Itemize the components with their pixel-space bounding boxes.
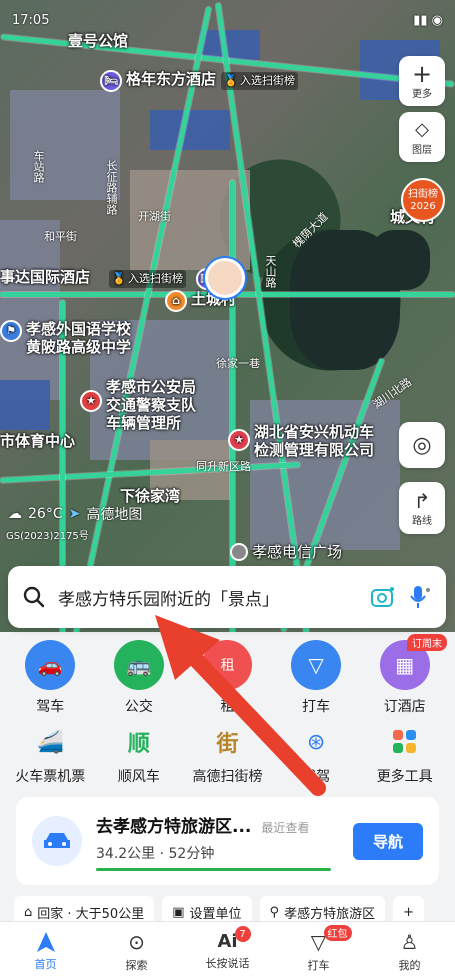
user-icon: ♙ xyxy=(400,929,419,954)
car-icon: 🚗 xyxy=(25,640,76,690)
map-building xyxy=(0,220,60,400)
tab-home[interactable]: 首页 xyxy=(11,931,81,972)
service-rent[interactable]: 租 租 xyxy=(183,640,272,716)
poi-school[interactable]: ⚑ 孝感外国语学校 黄陂路高级中学 xyxy=(0,320,131,356)
poi-police[interactable]: ★ 孝感市公安局 交通警察支队 车辆管理所 xyxy=(80,378,196,432)
status-icons: ▮▮ ◉ xyxy=(413,12,443,28)
navigate-button[interactable]: 导航 xyxy=(352,822,423,860)
road-label: 同升新区路 xyxy=(196,460,251,473)
poi-label[interactable]: 下徐家湾 xyxy=(120,487,180,505)
grid-apps-icon xyxy=(387,724,423,760)
route-icon: ↱ xyxy=(413,488,431,513)
destination-title: 去孝感方特旅游区... xyxy=(96,816,252,837)
red-packet-badge: 红包 xyxy=(323,924,352,941)
bottom-tab-bar: 首页 ⊙ 探索 7 Ai 长按说话 红包 ▽ 打车 ♙ 我的 xyxy=(0,921,455,980)
tab-mine[interactable]: ♙ 我的 xyxy=(375,930,445,973)
car-icon xyxy=(32,816,82,866)
navigation-arrow-icon: ➤ xyxy=(68,506,81,522)
poi-hotel[interactable]: 🛏 格年东方酒店 🏅 入选扫街榜 xyxy=(100,70,298,92)
service-bus[interactable]: 🚌 公交 xyxy=(95,640,184,716)
map-building xyxy=(0,380,50,430)
layers-icon: ◇ xyxy=(415,118,429,140)
school-icon: ⚑ xyxy=(0,320,22,342)
map-building xyxy=(150,110,230,150)
bus-icon: 🚌 xyxy=(113,640,164,690)
map-view[interactable]: 天山路 同升新区路 徐家一巷 长征路辅路 槐荫大道 湖川北路 车站路 和平街 开… xyxy=(0,0,455,640)
traffic-bar xyxy=(96,867,331,871)
weekend-tag: 订周末 xyxy=(406,634,447,651)
services-grid: 🚗 驾车 🚌 公交 租 租 ▽ 打车 订周末 ▦ 订酒店 🚄 火车票机票 顺 顺… xyxy=(0,632,455,786)
road-label: 长征路辅路 xyxy=(105,160,118,215)
village-icon: ⌂ xyxy=(165,290,187,312)
road-label: 徐家一巷 xyxy=(216,357,260,370)
road-label: 天山路 xyxy=(264,255,277,288)
recent-label: 最近查看 xyxy=(261,820,310,835)
weather-widget[interactable]: ☁ 26°C ➤ 高德地图 xyxy=(8,504,142,524)
tab-voice[interactable]: 7 Ai 长按说话 xyxy=(193,926,263,971)
map-copyright: GS(2023)2175号 xyxy=(6,531,89,542)
service-drive[interactable]: 🚗 驾车 xyxy=(6,640,95,716)
camera-icon[interactable] xyxy=(370,585,396,609)
cloud-icon: ☁ xyxy=(8,506,22,522)
train-icon: 🚄 xyxy=(36,729,64,755)
plus-icon: + xyxy=(411,59,433,88)
star-icon: ★ xyxy=(228,429,250,451)
voice-badge: 7 xyxy=(234,926,251,942)
briefcase-icon: ▣ xyxy=(172,904,185,920)
poi-hotel[interactable]: 事达国际酒店 🏅入选扫街榜 🛏 xyxy=(0,268,218,290)
taxi-icon: ▽ xyxy=(291,640,342,690)
home-arrow-icon xyxy=(36,931,55,952)
road-label: 开湖街 xyxy=(138,210,171,223)
service-more-tools[interactable]: 更多工具 xyxy=(360,724,449,786)
route-button[interactable]: ↱ 路线 xyxy=(399,482,445,534)
brand-logo-text: 高德地图 xyxy=(86,507,143,523)
service-train-flight[interactable]: 🚄 火车票机票 xyxy=(6,724,95,786)
tab-explore[interactable]: ⊙ 探索 xyxy=(102,930,172,973)
distance-time: 34.2公里 · 52分钟 xyxy=(96,845,215,862)
locate-button[interactable]: ◎ xyxy=(399,422,445,468)
place-icon xyxy=(230,543,248,561)
microphone-icon[interactable] xyxy=(408,584,432,610)
police-icon: ★ xyxy=(80,390,102,412)
poi-label[interactable]: 壹号公馆 xyxy=(68,32,128,50)
more-button[interactable]: + 更多 xyxy=(399,56,445,106)
rank-tag: 🏅 入选扫街榜 xyxy=(109,270,186,288)
home-icon: ⌂ xyxy=(24,904,33,920)
status-time: 17:05 xyxy=(12,12,50,28)
steering-wheel-icon: ⊛ xyxy=(306,729,326,755)
poi-inspection[interactable]: ★ 湖北省安兴机动车 检测管理有限公司 xyxy=(228,423,374,459)
layers-button[interactable]: ◇ 图层 xyxy=(399,112,445,162)
poi-label[interactable]: 孝感电信广场 xyxy=(230,543,342,561)
locate-icon: ◎ xyxy=(412,432,432,458)
status-bar: 17:05 ▮▮ ◉ xyxy=(12,10,443,30)
location-pin-icon: ⚲ xyxy=(269,904,280,920)
compass-icon: ⊙ xyxy=(128,929,145,954)
user-location-avatar[interactable] xyxy=(205,258,245,298)
recent-destination-card[interactable]: 去孝感方特旅游区... 最近查看 34.2公里 · 52分钟 导航 xyxy=(16,797,439,885)
rank-laurel-icon: 街 xyxy=(216,732,239,757)
rank-list-badge[interactable]: 扫街榜 2026 xyxy=(401,178,445,222)
hotel-icon: 🛏 xyxy=(100,70,122,92)
road-label: 车站路 xyxy=(32,150,45,183)
carpool-icon: 顺 xyxy=(127,732,150,757)
rent-icon: 租 xyxy=(202,640,253,690)
search-bar[interactable]: 孝感方特乐园附近的「景点」 xyxy=(8,566,446,628)
plus-icon: + xyxy=(403,904,414,920)
poi-stadium[interactable]: 市体育中心 xyxy=(0,432,75,450)
search-icon xyxy=(23,586,45,608)
tab-taxi[interactable]: 红包 ▽ 打车 xyxy=(284,924,354,973)
search-input[interactable]: 孝感方特乐园附近的「景点」 xyxy=(58,585,358,610)
service-hotel[interactable]: 订周末 ▦ 订酒店 xyxy=(360,634,449,716)
service-rank-list[interactable]: 街 高德扫街榜 xyxy=(183,724,272,786)
map-water xyxy=(370,230,430,290)
service-carpool[interactable]: 顺 顺风车 xyxy=(95,724,184,786)
service-taxi[interactable]: ▽ 打车 xyxy=(272,640,361,716)
road-label: 和平街 xyxy=(44,230,77,243)
rank-tag: 🏅 入选扫街榜 xyxy=(221,72,298,90)
service-chauffeur[interactable]: ⊛ 代驾 xyxy=(272,724,361,786)
